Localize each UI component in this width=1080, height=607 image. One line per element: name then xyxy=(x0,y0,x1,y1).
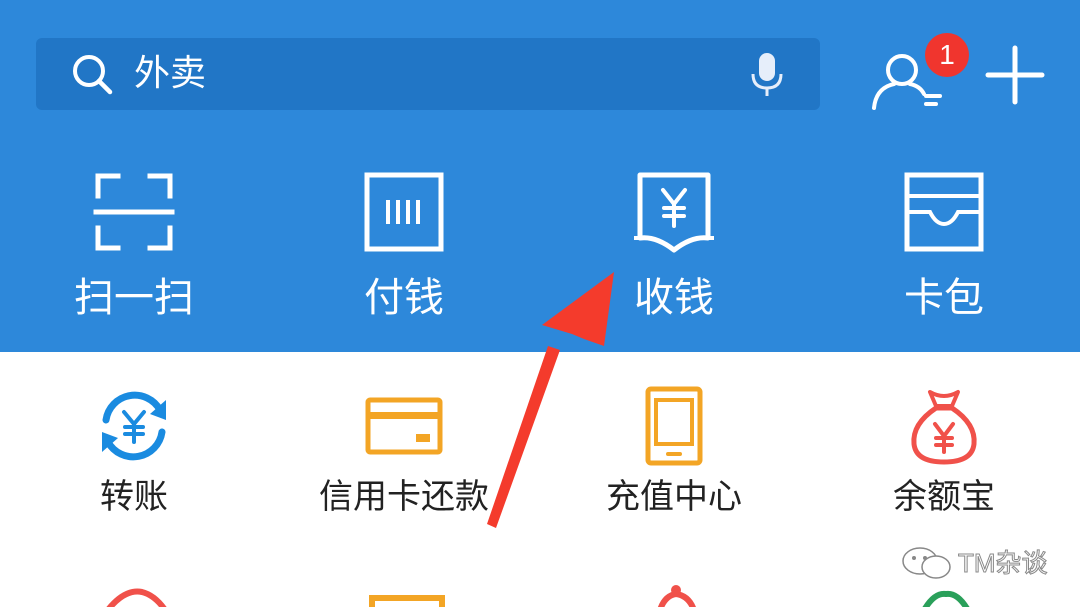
scan-label: 扫一扫 xyxy=(74,275,194,321)
contacts-button[interactable]: 1 xyxy=(862,33,969,110)
scan-button[interactable]: 扫一扫 xyxy=(44,160,224,330)
search-icon xyxy=(73,55,113,95)
service-recharge[interactable]: 充值中心 xyxy=(554,380,794,530)
service-transfer[interactable]: 转账 xyxy=(14,380,254,530)
service-yuebao[interactable]: 余额宝 xyxy=(824,380,1064,530)
credit-card-icon xyxy=(365,397,443,455)
receive-money-icon xyxy=(634,172,714,253)
card-wallet-label: 卡包 xyxy=(904,275,984,321)
pay-button[interactable]: 付钱 xyxy=(314,160,494,330)
receive-money-button[interactable]: 收钱 xyxy=(584,160,764,330)
yuebao-label: 余额宝 xyxy=(893,477,995,517)
scan-icon xyxy=(93,173,175,251)
microphone-icon[interactable] xyxy=(748,50,786,98)
notification-badge: 1 xyxy=(925,33,969,77)
partial-row-icon-3[interactable] xyxy=(632,578,722,607)
partial-row-icon-1[interactable] xyxy=(92,578,182,607)
card-wallet-button[interactable]: 卡包 xyxy=(854,160,1034,330)
watermark-text: TM杂谈 xyxy=(958,548,1049,579)
app-screen: 外卖 1 扫一扫 付钱 收钱 卡包 转账 信用卡还款 充值中心 余额宝 TM杂谈 xyxy=(0,0,1080,607)
phone-recharge-icon xyxy=(645,386,703,466)
top-header: 外卖 1 扫一扫 付钱 收钱 卡包 xyxy=(0,0,1080,352)
credit-card-label: 信用卡还款 xyxy=(319,477,489,517)
card-wallet-icon xyxy=(904,172,984,252)
wechat-icon xyxy=(902,547,951,579)
receive-money-label: 收钱 xyxy=(634,275,714,321)
watermark: TM杂谈 xyxy=(900,544,1070,584)
partial-row-icon-2[interactable] xyxy=(362,578,452,607)
money-bag-icon xyxy=(911,390,977,465)
search-input[interactable]: 外卖 xyxy=(134,50,206,98)
pay-label: 付钱 xyxy=(364,275,444,321)
transfer-label: 转账 xyxy=(100,477,168,517)
add-button[interactable] xyxy=(984,44,1046,106)
transfer-icon xyxy=(102,391,166,461)
service-credit-card[interactable]: 信用卡还款 xyxy=(284,380,524,530)
recharge-label: 充值中心 xyxy=(606,477,742,517)
pay-icon xyxy=(364,172,444,252)
